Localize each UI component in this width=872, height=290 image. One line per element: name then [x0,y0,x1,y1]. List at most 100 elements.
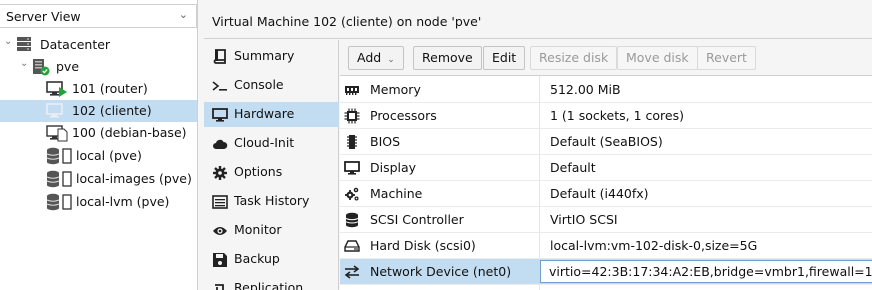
gear-icon [213,166,227,180]
hw-name: BIOS [370,134,401,149]
tree-item-storage-local-lvm[interactable]: local-lvm (pve) [0,191,197,213]
nav-item-task-history[interactable]: Task History [204,189,339,214]
tree-item-label: 100 (debian-base) [72,125,187,140]
move-disk-button-label: Move disk [626,50,689,65]
tree-item-label: pve [56,59,80,74]
tree-item-label: local (pve) [76,148,142,163]
floppy-icon [213,253,227,267]
book-icon [213,49,226,64]
edit-button[interactable]: Edit [483,46,526,70]
hw-row-network-device[interactable]: Network Device (net0) virtio=42:3B:17:34… [340,259,872,285]
nav-item-summary[interactable]: Summary [204,44,339,69]
nav-item-label: Monitor [234,222,282,237]
eye-icon [213,227,227,235]
microchip-icon [347,135,357,149]
tree-item-node-pve[interactable]: ⌄ pve [0,56,197,78]
tree-item-datacenter[interactable]: ⌄ Datacenter [0,34,197,56]
hw-name: Hard Disk (scsi0) [370,238,476,253]
tree-item-label: 102 (cliente) [72,103,152,118]
view-selector[interactable]: Server View ⌄ [0,4,197,28]
hw-name: SCSI Controller [370,212,464,227]
database-icon [345,212,359,228]
hw-name: Display [370,160,417,175]
hw-value: Default [550,160,596,175]
terminal-icon [212,81,227,91]
view-selector-label: Server View [6,9,81,24]
nav-item-label: Console [234,77,284,92]
server-stack-icon [17,37,31,51]
hw-value: Default (i440fx) [550,186,649,201]
nav-item-options[interactable]: Options [204,160,339,185]
desktop-icon [212,108,228,122]
hw-name: Machine [370,186,423,201]
add-button-label: Add [357,50,382,65]
tree-item-template-100[interactable]: 100 (debian-base) [0,122,197,144]
hw-name: Processors [370,108,437,123]
list-icon [212,195,228,209]
nav-item-label: Backup [234,251,280,266]
cogs-icon [345,187,359,201]
cloud-icon [213,139,228,149]
remove-button-label: Remove [422,50,473,65]
chevron-down-icon: ⌄ [387,55,395,65]
collapse-arrow-icon[interactable]: ⌄ [4,36,12,47]
tree-item-vm-101[interactable]: 101 (router) [0,78,197,100]
tree-item-storage-local[interactable]: local (pve) [0,145,197,167]
storage-icon [46,193,72,211]
revert-button[interactable]: Revert [697,46,756,70]
hw-row-machine[interactable]: Machine Default (i440fx) [340,181,872,207]
tree-item-label: Datacenter [40,37,111,52]
move-disk-button[interactable]: Move disk [617,46,698,70]
hw-row-bios[interactable]: BIOS Default (SeaBIOS) [340,129,872,155]
hw-value: virtio=42:3B:17:34:A2:EB,bridge=vmbr1,fi… [549,264,872,279]
hw-name: Network Device (net0) [370,264,512,279]
hw-row-display[interactable]: Display Default [340,155,872,181]
add-button[interactable]: Add ⌄ [348,46,404,70]
memory-icon [345,86,359,95]
hw-row-memory[interactable]: Memory 512.00 MiB [340,77,872,103]
tree-item-vm-102[interactable]: 102 (cliente) [0,100,197,122]
tree-item-storage-local-images[interactable]: local-images (pve) [0,168,197,190]
tree-item-label: local-lvm (pve) [76,194,170,209]
nav-item-backup[interactable]: Backup [204,247,339,272]
tree-item-label: 101 (router) [72,81,148,96]
nav-item-label: Options [234,164,283,179]
hw-row-processors[interactable]: Processors 1 (1 sockets, 1 cores) [340,103,872,129]
retweet-icon [215,284,224,290]
hw-name: Memory [370,82,421,97]
nav-item-label: Hardware [234,106,295,121]
nav-item-label: Task History [234,193,310,208]
nav-item-monitor[interactable]: Monitor [204,218,339,243]
exchange-icon [344,265,360,279]
nav-item-label: Replication [234,280,304,290]
storage-icon [46,147,72,165]
nav-item-cloud-init[interactable]: Cloud-Init [204,131,339,156]
tree-item-label: local-images (pve) [76,171,192,186]
collapse-arrow-icon[interactable]: ⌄ [20,58,28,69]
nav-item-label: Summary [234,48,295,63]
vm-running-icon [46,81,67,97]
edit-button-label: Edit [492,50,517,65]
page-title: Virtual Machine 102 (cliente) on node 'p… [212,14,482,29]
nav-item-replication[interactable]: Replication [204,276,339,290]
resize-disk-button[interactable]: Resize disk [530,46,618,70]
nav-item-hardware[interactable]: Hardware [204,102,339,127]
nav-item-label: Cloud-Init [234,135,295,150]
hdd-icon [344,240,360,252]
hw-value: Default (SeaBIOS) [550,134,663,149]
chevron-down-icon[interactable]: ⌄ [179,8,188,21]
vm-title-bar: Virtual Machine 102 (cliente) on node 'p… [204,4,872,39]
nav-item-console[interactable]: Console [204,73,339,98]
hw-value: VirtIO SCSI [550,212,618,227]
desktop-icon [344,161,360,175]
hw-value: local-lvm:vm-102-disk-0,size=5G [550,238,758,253]
hw-row-hard-disk[interactable]: Hard Disk (scsi0) local-lvm:vm-102-disk-… [340,233,872,259]
revert-button-label: Revert [706,50,747,65]
remove-button[interactable]: Remove [413,46,482,70]
hw-row-scsi-controller[interactable]: SCSI Controller VirtIO SCSI [340,207,872,233]
hw-value: 512.00 MiB [550,82,621,97]
hw-value: 1 (1 sockets, 1 cores) [550,108,684,123]
vm-nav-panel: Summary Console Hardware Cloud-Init Opti… [204,40,339,290]
resize-disk-button-label: Resize disk [539,50,609,65]
vm-template-icon [46,125,68,142]
